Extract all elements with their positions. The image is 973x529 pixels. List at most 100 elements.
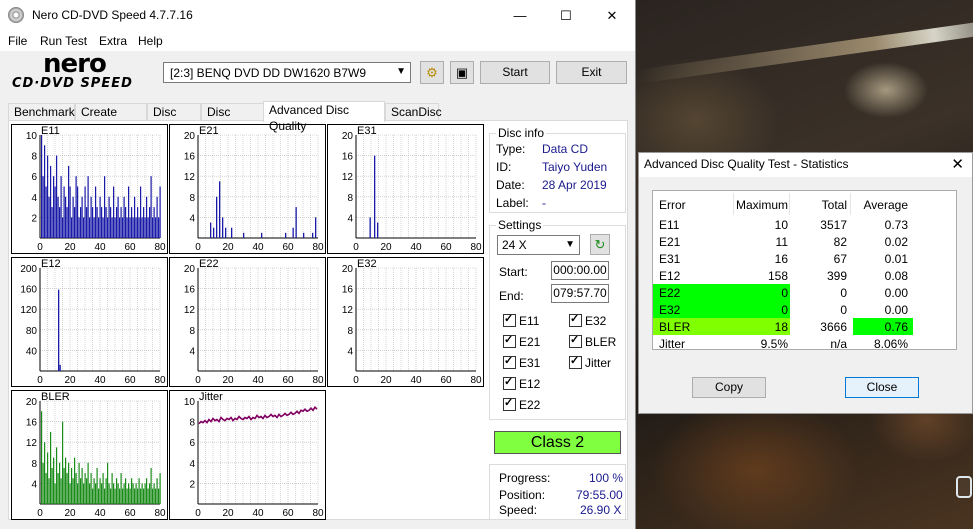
bar [138, 217, 140, 238]
label-value: - [542, 196, 546, 210]
x-tick-label: 60 [440, 375, 452, 386]
y-tick-label: 10 [184, 397, 196, 408]
y-tick-label: 8 [189, 418, 195, 429]
bar [219, 181, 221, 238]
start-button[interactable]: Start [480, 61, 550, 84]
refresh-speed-button[interactable]: ↻ [590, 234, 610, 255]
check-bler[interactable]: BLER [569, 333, 616, 351]
menu-extra[interactable]: Extra [99, 34, 127, 48]
tab-disc-quality[interactable]: Disc Quality [201, 103, 264, 135]
close-icon[interactable]: ✕ [589, 0, 635, 31]
cell-average: 0.00 [884, 286, 908, 300]
y-tick-label: 8 [31, 459, 37, 470]
progress-label: Progress: [499, 471, 551, 485]
bar [111, 217, 113, 238]
bar [68, 165, 70, 238]
y-tick-label: 4 [31, 193, 37, 204]
checkbox-icon [503, 354, 516, 369]
y-tick-label: 20 [342, 131, 354, 142]
y-tick-label: 16 [342, 285, 354, 296]
check-e21[interactable]: E21 [503, 333, 540, 351]
x-tick-label: 40 [94, 375, 106, 386]
check-e12[interactable]: E12 [503, 375, 540, 393]
close-button[interactable]: Close [845, 377, 919, 398]
bar [81, 467, 83, 504]
window-title: Nero CD-DVD Speed 4.7.7.16 [32, 8, 193, 22]
tab-advanced-disc-quality[interactable]: Advanced Disc Quality [263, 101, 385, 133]
bar [131, 207, 133, 238]
start-field[interactable]: 000:00.00 [551, 261, 609, 280]
check-e22[interactable]: E22 [503, 396, 541, 414]
y-tick-label: 12 [342, 172, 354, 183]
save-button[interactable]: ▣ [450, 61, 474, 84]
maximize-icon[interactable]: ☐ [543, 0, 589, 31]
tab-scandisc[interactable]: ScanDisc [385, 103, 442, 121]
chart-title: BLER [41, 391, 70, 403]
cell-maximum: 18 [774, 320, 788, 334]
copy-button[interactable]: Copy [692, 377, 766, 398]
speed-dropdown[interactable]: 24 X ▼ [497, 235, 580, 255]
bar [140, 488, 142, 504]
check-e11[interactable]: E11 [503, 312, 539, 330]
bar [117, 196, 119, 238]
bar [149, 483, 151, 504]
menu-file[interactable]: File [8, 34, 27, 48]
drive-info-button[interactable]: ⚙ [420, 61, 444, 84]
minimize-icon[interactable]: — [497, 0, 543, 31]
bar [377, 222, 379, 238]
end-field[interactable]: 079:57.70 [551, 284, 609, 303]
bar [45, 473, 47, 504]
x-tick-label: 20 [64, 508, 76, 519]
x-tick-label: 0 [37, 508, 43, 519]
check-e32[interactable]: E32 [569, 312, 606, 330]
bar [153, 483, 155, 504]
check-e31[interactable]: E31 [503, 354, 540, 372]
cell-maximum: 9.5% [760, 337, 788, 351]
bar [104, 176, 106, 238]
y-tick-label: 4 [31, 479, 37, 490]
chart-jitter: 2 4 6 8 10 0 20 40 60 80 Jitter [169, 390, 326, 520]
chart-e11: 2 4 6 8 10 0 20 40 60 80 E11 [11, 124, 168, 254]
header-average: Average [863, 198, 908, 212]
bar [59, 462, 61, 504]
drive-dropdown[interactable]: [2:3] BENQ DVD DD DW1620 B7W9 ▼ [163, 62, 411, 83]
bar [135, 483, 137, 504]
y-tick-label: 12 [26, 438, 38, 449]
x-tick-label: 60 [282, 375, 294, 386]
bar [222, 217, 224, 238]
cell-maximum: 11 [775, 235, 788, 249]
bar [89, 483, 91, 504]
tab-disc-info[interactable]: Disc Info [147, 103, 201, 135]
x-tick-label: 20 [222, 375, 234, 386]
y-tick-label: 8 [31, 152, 37, 163]
class-badge: Class 2 [494, 431, 621, 454]
exit-button[interactable]: Exit [556, 61, 627, 84]
menu-help[interactable]: Help [138, 34, 163, 48]
tab-create-disc[interactable]: Create Disc [75, 103, 147, 135]
bar [80, 207, 82, 238]
y-tick-label: 200 [20, 264, 37, 275]
bar [369, 217, 371, 238]
tab-benchmark[interactable]: Benchmark [8, 103, 75, 121]
y-tick-label: 160 [20, 285, 37, 296]
chevron-down-icon: ▼ [396, 66, 406, 77]
bar [152, 488, 154, 504]
bar [150, 467, 152, 504]
menu-run-test[interactable]: Run Test [40, 34, 87, 48]
close-icon[interactable]: ✕ [951, 155, 964, 173]
x-tick-label: 80 [154, 508, 166, 519]
bar [128, 483, 130, 504]
chart-title: E32 [357, 258, 377, 270]
x-tick-label: 80 [154, 375, 166, 386]
desktop-icon[interactable] [956, 476, 972, 498]
bar [126, 488, 128, 504]
check-label: E22 [519, 398, 541, 412]
x-tick-label: 60 [440, 242, 452, 253]
chart-e12: 40 80 120 160 200 0 20 40 60 80 E12 [11, 257, 168, 387]
refresh-icon: ↻ [594, 237, 606, 252]
position-value: 79:55.00 [576, 488, 623, 502]
chart-title: E11 [41, 125, 60, 137]
bar [77, 186, 79, 238]
bar [137, 488, 139, 504]
check-jitter[interactable]: Jitter [569, 354, 611, 372]
